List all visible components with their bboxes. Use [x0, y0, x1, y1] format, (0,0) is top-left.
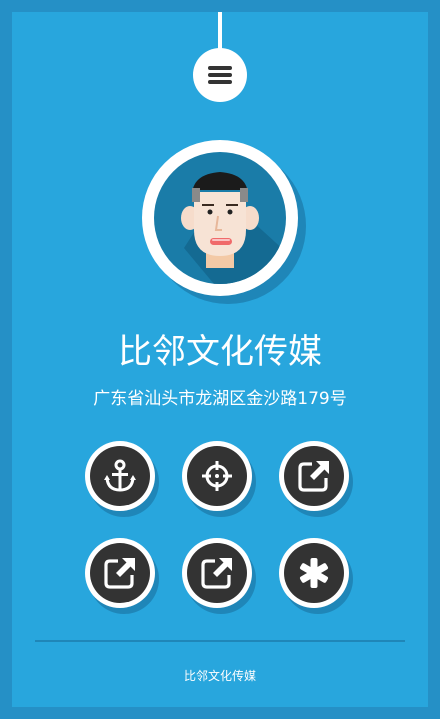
external-link-button-1[interactable] [279, 441, 353, 517]
asterisk-button[interactable] [279, 538, 353, 614]
external-link-button-3[interactable] [182, 538, 256, 614]
asterisk-icon [299, 558, 329, 588]
anchor-button[interactable] [85, 441, 159, 517]
external-link-icon [201, 558, 232, 589]
menu-button[interactable] [193, 48, 247, 102]
footer-divider [35, 640, 405, 642]
crosshair-target-icon [202, 461, 232, 491]
page-title: 比邻文化传媒 [118, 332, 322, 372]
target-button[interactable] [182, 441, 256, 517]
avatar [142, 140, 306, 304]
external-link-icon [104, 558, 135, 589]
footer-text: 比邻文化传媒 [183, 669, 256, 683]
anchor-icon [104, 459, 136, 492]
page-frame: 比邻文化传媒 广东省汕头市龙湖区金沙路179号 比邻文化传媒 [12, 12, 428, 707]
external-link-icon [298, 461, 329, 492]
avatar-face-icon [154, 152, 286, 284]
hamburger-menu-icon [208, 66, 232, 84]
address-text: 广东省汕头市龙湖区金沙路179号 [93, 389, 347, 409]
external-link-button-2[interactable] [85, 538, 159, 614]
